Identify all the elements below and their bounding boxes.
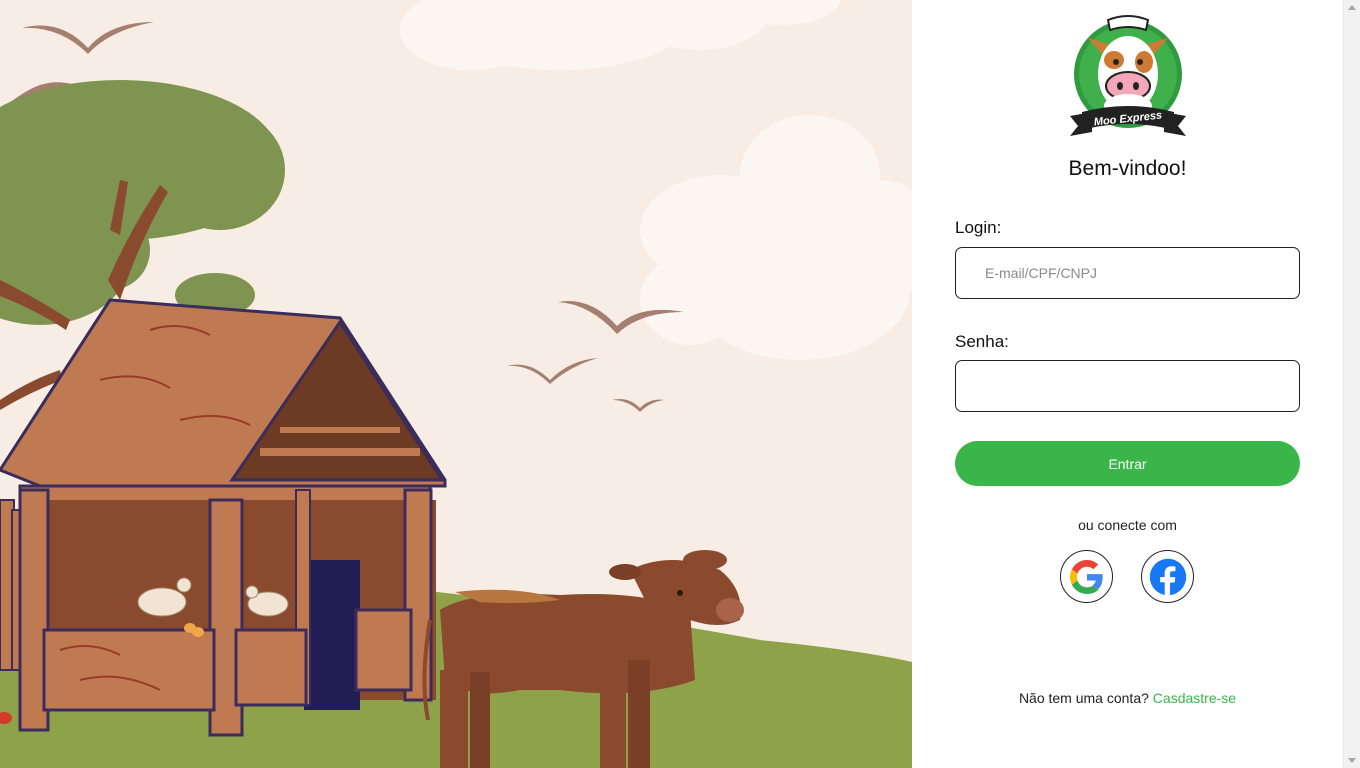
login-submit-button[interactable]: Entrar [955,441,1300,486]
signup-prompt: Não tem uma conta? [1018,690,1149,706]
login-input[interactable] [955,247,1300,299]
vertical-scrollbar[interactable] [1343,0,1360,768]
alt-connect-text: ou conecte com [1078,517,1177,533]
scroll-up-arrow-icon[interactable] [1348,5,1356,10]
farm-scene [0,0,912,768]
scroll-down-arrow-icon[interactable] [1348,758,1356,763]
password-input[interactable] [955,360,1300,412]
facebook-login-button[interactable] [1141,550,1194,603]
google-icon [1069,559,1103,594]
signup-row: Não tem uma conta? Casdastre-se [912,690,1343,706]
welcome-title: Bem-vindoo! [1068,157,1187,180]
facebook-icon [1149,558,1186,596]
moo-express-logo: Moo Express [1068,12,1188,138]
password-label: Senha: [955,332,1009,351]
signup-link[interactable]: Casdastre-se [1153,690,1236,706]
login-panel: Moo Express Bem-vindoo! Login: Senha: En… [912,0,1343,768]
google-login-button[interactable] [1060,550,1113,603]
farm-illustration [0,0,912,768]
login-label: Login: [955,218,1002,237]
